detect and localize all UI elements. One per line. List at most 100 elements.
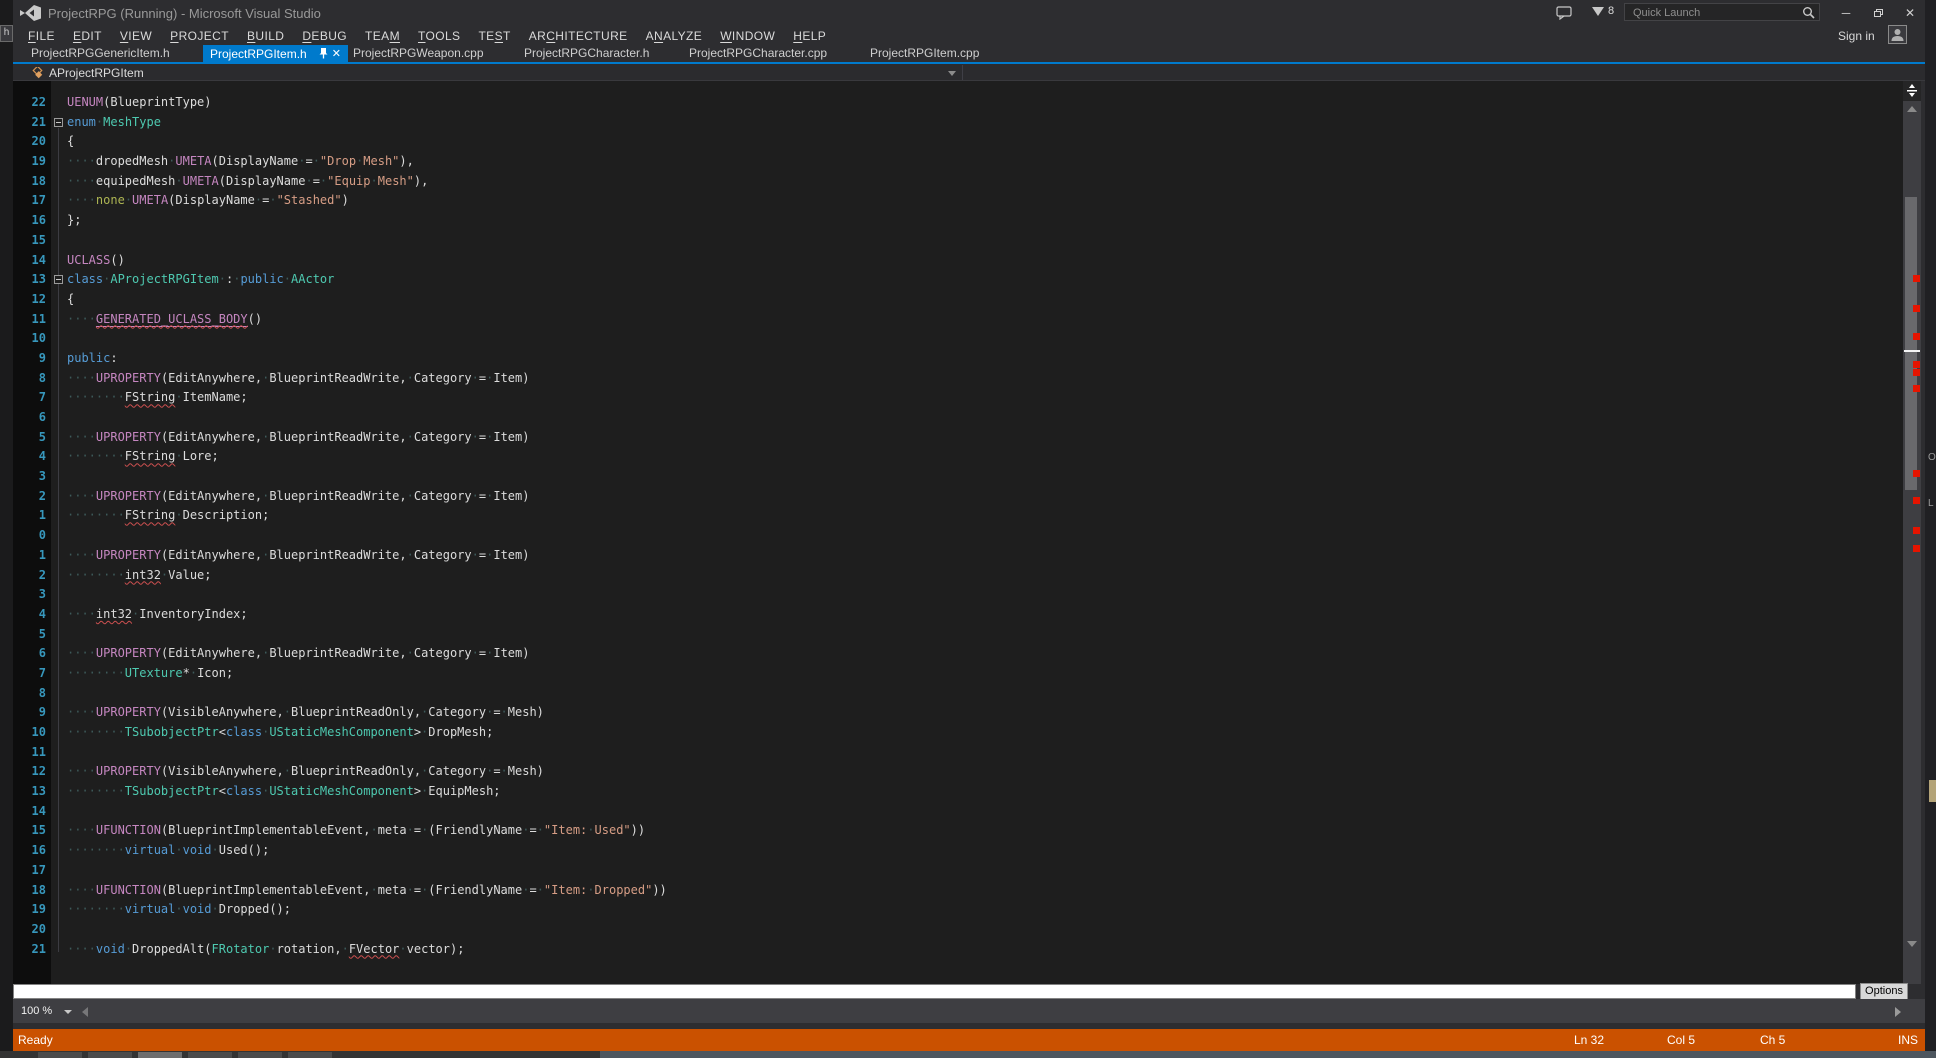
scroll-up-arrow[interactable] bbox=[1907, 106, 1917, 112]
code-line[interactable]: 19········virtual·void·Dropped(); bbox=[13, 900, 1903, 920]
tab-projectrpgweapon.cpp[interactable]: ProjectRPGWeapon.cpp bbox=[353, 45, 484, 62]
editor-splitter-handle[interactable] bbox=[1903, 81, 1921, 101]
minimize-button[interactable]: ─ bbox=[1833, 4, 1859, 22]
taskbar-button[interactable] bbox=[88, 1052, 132, 1058]
code-line[interactable]: 3 bbox=[13, 467, 1903, 487]
feedback-icon[interactable] bbox=[1556, 6, 1572, 20]
close-icon[interactable]: ✕ bbox=[332, 46, 341, 62]
error-marker[interactable] bbox=[1913, 385, 1920, 392]
horizontal-scrollbar[interactable] bbox=[13, 999, 1925, 1023]
tab-projectrpgcharacter.h[interactable]: ProjectRPGCharacter.h bbox=[524, 45, 649, 62]
vim-command-bar-input[interactable] bbox=[13, 984, 1856, 999]
tab-projectrpgitem.h[interactable]: ProjectRPGItem.h✕ bbox=[203, 45, 348, 62]
code-line[interactable]: 5····UPROPERTY(EditAnywhere,·BlueprintRe… bbox=[13, 428, 1903, 448]
windows-taskbar[interactable] bbox=[0, 1051, 1936, 1058]
code-line[interactable]: 2········int32·Value; bbox=[13, 566, 1903, 586]
code-line[interactable]: 6····UPROPERTY(EditAnywhere,·BlueprintRe… bbox=[13, 644, 1903, 664]
error-marker[interactable] bbox=[1913, 545, 1920, 552]
menu-window[interactable]: WINDOW bbox=[711, 29, 784, 43]
code-line[interactable]: 15 bbox=[13, 231, 1903, 251]
error-marker[interactable] bbox=[1913, 497, 1920, 504]
quick-launch-input[interactable]: Quick Launch bbox=[1624, 3, 1820, 21]
code-line[interactable]: 18····UFUNCTION(BlueprintImplementableEv… bbox=[13, 881, 1903, 901]
menu-analyze[interactable]: ANALYZE bbox=[637, 29, 712, 43]
code-line[interactable]: 4····int32·InventoryIndex; bbox=[13, 605, 1903, 625]
taskbar-button[interactable] bbox=[188, 1052, 232, 1058]
code-line[interactable]: 10 bbox=[13, 329, 1903, 349]
menu-project[interactable]: PROJECT bbox=[161, 29, 238, 43]
code-line[interactable]: 16}; bbox=[13, 211, 1903, 231]
code-line[interactable]: 12{ bbox=[13, 290, 1903, 310]
scroll-right-arrow[interactable] bbox=[1895, 1007, 1901, 1017]
code-line[interactable]: 3 bbox=[13, 585, 1903, 605]
code-line[interactable]: 5 bbox=[13, 625, 1903, 645]
error-marker[interactable] bbox=[1913, 305, 1920, 312]
tab-projectrpggenericitem.h[interactable]: ProjectRPGGenericItem.h bbox=[31, 45, 170, 62]
code-line[interactable]: 21enum·MeshType bbox=[13, 113, 1903, 133]
taskbar-button[interactable] bbox=[288, 1052, 332, 1058]
scroll-down-arrow[interactable] bbox=[1907, 941, 1917, 947]
code-line[interactable]: 17 bbox=[13, 861, 1903, 881]
code-line[interactable]: 20{ bbox=[13, 132, 1903, 152]
menu-file[interactable]: FILE bbox=[19, 29, 64, 43]
code-line[interactable]: 1····UPROPERTY(EditAnywhere,·BlueprintRe… bbox=[13, 546, 1903, 566]
code-line[interactable]: 9public: bbox=[13, 349, 1903, 369]
error-marker[interactable] bbox=[1913, 361, 1920, 368]
code-line[interactable]: 2····UPROPERTY(EditAnywhere,·BlueprintRe… bbox=[13, 487, 1903, 507]
code-line[interactable]: 22UENUM(BlueprintType) bbox=[13, 93, 1903, 113]
code-line[interactable]: 7········FString·ItemName; bbox=[13, 388, 1903, 408]
menu-test[interactable]: TEST bbox=[469, 29, 519, 43]
code-line[interactable]: 0 bbox=[13, 526, 1903, 546]
code-line[interactable]: 15····UFUNCTION(BlueprintImplementableEv… bbox=[13, 821, 1903, 841]
notification-count[interactable]: 8 bbox=[1608, 5, 1614, 17]
menu-debug[interactable]: DEBUG bbox=[293, 29, 356, 43]
menu-architecture[interactable]: ARCHITECTURE bbox=[520, 29, 637, 43]
code-line[interactable]: 21····void·DroppedAlt(FRotator·rotation,… bbox=[13, 940, 1903, 960]
code-line[interactable]: 9····UPROPERTY(VisibleAnywhere,·Blueprin… bbox=[13, 703, 1903, 723]
notifications-flag-icon[interactable] bbox=[1592, 7, 1604, 16]
chevron-down-icon[interactable] bbox=[948, 71, 956, 76]
menu-build[interactable]: BUILD bbox=[238, 29, 293, 43]
code-line[interactable]: 4········FString·Lore; bbox=[13, 447, 1903, 467]
code-line[interactable]: 20 bbox=[13, 920, 1903, 940]
sign-in-link[interactable]: Sign in bbox=[1838, 29, 1875, 43]
tab-projectrpgcharacter.cpp[interactable]: ProjectRPGCharacter.cpp bbox=[689, 45, 827, 62]
scroll-left-arrow[interactable] bbox=[82, 1007, 88, 1017]
code-line[interactable]: 14 bbox=[13, 802, 1903, 822]
close-button[interactable]: ✕ bbox=[1897, 4, 1923, 22]
code-line[interactable]: 10········TSubobjectPtr<class·UStaticMes… bbox=[13, 723, 1903, 743]
code-line[interactable]: 11····GENERATED_UCLASS_BODY() bbox=[13, 310, 1903, 330]
menu-edit[interactable]: EDIT bbox=[64, 29, 111, 43]
code-line[interactable]: 17····none·UMETA(DisplayName·=·"Stashed"… bbox=[13, 191, 1903, 211]
error-marker[interactable] bbox=[1913, 275, 1920, 282]
code-line[interactable]: 11 bbox=[13, 743, 1903, 763]
menu-team[interactable]: TEAM bbox=[356, 29, 409, 43]
error-marker[interactable] bbox=[1913, 369, 1920, 376]
tab-projectrpgitem.cpp[interactable]: ProjectRPGItem.cpp bbox=[870, 45, 979, 62]
fold-margin[interactable] bbox=[51, 270, 67, 290]
user-avatar[interactable] bbox=[1888, 25, 1907, 44]
pin-icon[interactable] bbox=[319, 48, 328, 59]
scrollbar-thumb[interactable] bbox=[1905, 197, 1917, 490]
code-line[interactable]: 13········TSubobjectPtr<class·UStaticMes… bbox=[13, 782, 1903, 802]
code-line[interactable]: 12····UPROPERTY(VisibleAnywhere,·Bluepri… bbox=[13, 762, 1903, 782]
error-marker[interactable] bbox=[1913, 527, 1920, 534]
code-line[interactable]: 18····equipedMesh·UMETA(DisplayName·=·"E… bbox=[13, 172, 1903, 192]
taskbar-button[interactable] bbox=[38, 1052, 82, 1058]
navbar-type-dropdown[interactable]: AProjectRPGItem bbox=[49, 66, 144, 80]
collapse-icon[interactable] bbox=[54, 118, 63, 127]
error-marker[interactable] bbox=[1913, 470, 1920, 477]
code-line[interactable]: 8 bbox=[13, 684, 1903, 704]
collapse-icon[interactable] bbox=[54, 275, 63, 284]
options-button[interactable]: Options bbox=[1860, 983, 1908, 1000]
code-line[interactable]: 16········virtual·void·Used(); bbox=[13, 841, 1903, 861]
code-line[interactable]: 19····dropedMesh·UMETA(DisplayName·=·"Dr… bbox=[13, 152, 1903, 172]
restore-button[interactable] bbox=[1865, 4, 1891, 22]
menu-view[interactable]: VIEW bbox=[111, 29, 161, 43]
code-line[interactable]: 14UCLASS() bbox=[13, 251, 1903, 271]
menu-help[interactable]: HELP bbox=[784, 29, 835, 43]
code-line[interactable]: 13class·AProjectRPGItem·:·public·AActor bbox=[13, 270, 1903, 290]
code-line[interactable]: 6 bbox=[13, 408, 1903, 428]
code-line[interactable]: 1········FString·Description; bbox=[13, 506, 1903, 526]
error-marker[interactable] bbox=[1913, 333, 1920, 340]
